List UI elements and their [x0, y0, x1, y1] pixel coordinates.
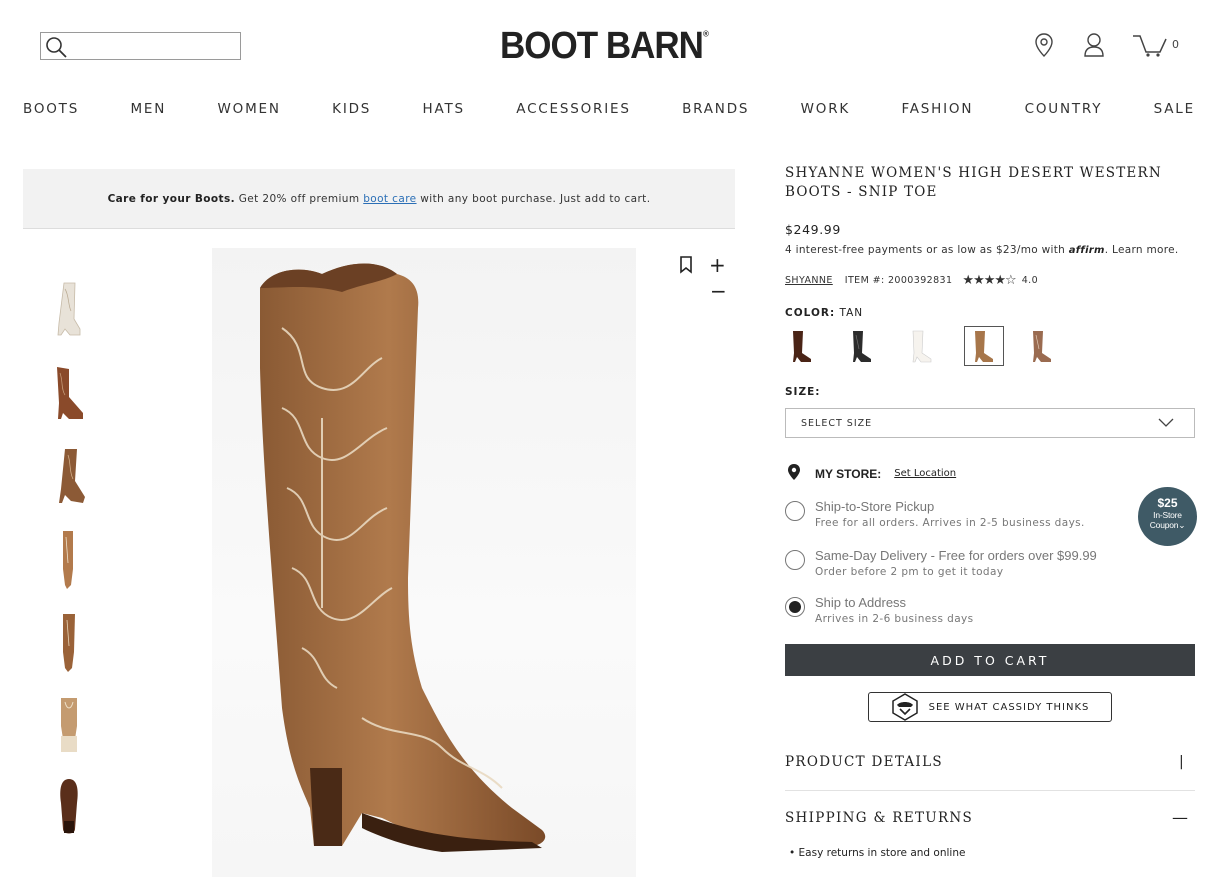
nav-item-hats[interactable]: HATS [423, 101, 465, 117]
ship-option-subtitle: Arrives in 2-6 business days [815, 613, 974, 625]
affirm-logo: affirm [1068, 245, 1105, 256]
promo-text-after: with any boot purchase. Just add to cart… [420, 192, 651, 205]
radio-same-day[interactable] [785, 550, 805, 570]
accordion-divider [785, 790, 1195, 791]
affirm-learn-more[interactable]: . Learn more. [1105, 244, 1179, 256]
boot-care-link[interactable]: boot care [363, 193, 416, 205]
color-value: TAN [839, 307, 864, 319]
nav-item-accessories[interactable]: ACCESSORIES [516, 101, 630, 117]
cassidy-hat-icon [891, 693, 918, 721]
radio-store-pickup[interactable] [785, 501, 805, 521]
logo-registered-mark: ® [702, 28, 709, 39]
location-pin-icon[interactable] [1033, 32, 1055, 62]
store-pin-icon [787, 463, 801, 484]
star-rating-icon[interactable]: ★★★★☆ [962, 273, 1016, 288]
search-icon[interactable] [44, 35, 68, 63]
ship-option-subtitle: Free for all orders. Arrives in 2-5 busi… [815, 517, 1085, 529]
size-select[interactable]: SELECT SIZE [785, 408, 1195, 438]
zoom-in-icon[interactable]: + [709, 255, 726, 275]
color-label-row: COLOR: TAN [785, 307, 863, 319]
promo-bold: Care for your Boots. [107, 192, 235, 205]
product-meta: SHYANNE ITEM #: 2000392831 ★★★★☆ 4.0 [785, 273, 1038, 288]
product-price: $249.99 [785, 222, 841, 237]
swatch-tan[interactable] [964, 326, 1004, 366]
cart-icon[interactable] [1132, 32, 1168, 62]
product-details-heading[interactable]: PRODUCT DETAILS [785, 754, 943, 770]
promo-text-before: Get 20% off premium [238, 192, 360, 205]
swatch-brown[interactable] [785, 327, 823, 365]
affirm-prefix: 4 interest-free payments or as low as $2… [785, 244, 1066, 256]
thumbnail-6[interactable] [47, 696, 91, 758]
collapse-shipping-icon[interactable]: — [1172, 808, 1188, 827]
expand-details-icon[interactable]: | [1179, 754, 1184, 770]
nav-item-country[interactable]: COUNTRY [1025, 101, 1103, 117]
cassidy-label: SEE WHAT CASSIDY THINKS [928, 701, 1090, 713]
affirm-message: 4 interest-free payments or as low as $2… [785, 244, 1179, 256]
coupon-chevron-icon: ⌄ [1178, 520, 1186, 530]
add-to-cart-button[interactable]: ADD TO CART [785, 644, 1195, 676]
coupon-amount: $25 [1157, 496, 1178, 510]
thumbnail-3[interactable] [47, 445, 91, 507]
ship-option-subtitle: Order before 2 pm to get it today [815, 566, 1004, 578]
thumbnail-5[interactable] [47, 612, 91, 674]
thumbnail-1[interactable] [47, 279, 91, 341]
thumbnail-4[interactable] [47, 529, 91, 591]
nav-item-boots[interactable]: BOOTS [23, 101, 79, 117]
account-icon[interactable] [1083, 32, 1105, 62]
nav-item-sale[interactable]: SALE [1154, 101, 1195, 117]
zoom-out-icon[interactable]: − [710, 281, 727, 301]
cassidy-button[interactable]: SEE WHAT CASSIDY THINKS [868, 692, 1112, 722]
logo-text: BOOT BARN [500, 24, 704, 67]
size-select-value: SELECT SIZE [801, 417, 873, 429]
main-nav: BOOTS MEN WOMEN KIDS HATS ACCESSORIES BR… [23, 101, 1195, 117]
set-location-link[interactable]: Set Location [894, 468, 956, 479]
bookmark-icon[interactable] [679, 256, 693, 278]
size-label-row: SIZE: [785, 386, 820, 398]
ship-option-title: Same-Day Delivery - Free for orders over… [815, 548, 1097, 563]
thumbnail-2[interactable] [47, 363, 91, 425]
nav-item-kids[interactable]: KIDS [332, 101, 371, 117]
nav-item-work[interactable]: WORK [801, 101, 850, 117]
my-store-row: MY STORE: Set Location [787, 463, 956, 484]
my-store-label: MY STORE: [815, 466, 882, 481]
nav-item-fashion[interactable]: FASHION [901, 101, 973, 117]
swatch-light-brown[interactable] [1025, 327, 1063, 365]
returns-bullet: • Easy returns in store and online [789, 847, 966, 859]
boot-barn-logo[interactable]: BOOT BARN® [500, 24, 709, 67]
main-product-image[interactable] [212, 248, 636, 877]
swatch-white[interactable] [905, 327, 943, 365]
chevron-down-icon [1158, 417, 1174, 432]
ship-option-title: Ship to Address [815, 595, 907, 610]
color-label: COLOR: [785, 307, 836, 319]
item-number: ITEM #: 2000392831 [844, 275, 953, 286]
coupon-line-2: Coupon [1149, 520, 1179, 530]
brand-link[interactable]: SHYANNE [785, 275, 833, 286]
ship-option-title: Ship-to-Store Pickup [815, 499, 935, 514]
shipping-returns-heading[interactable]: SHIPPING & RETURNS [785, 810, 973, 826]
product-title: SHYANNE WOMEN'S HIGH DESERT WESTERN BOOT… [785, 165, 1162, 200]
rating-value: 4.0 [1021, 275, 1039, 286]
size-label: SIZE: [785, 386, 821, 398]
nav-item-women[interactable]: WOMEN [218, 101, 281, 117]
search-box[interactable] [40, 32, 241, 60]
nav-item-men[interactable]: MEN [130, 101, 166, 117]
thumbnail-7[interactable] [47, 777, 91, 839]
color-swatches [785, 326, 1085, 366]
radio-ship-address[interactable] [785, 597, 805, 617]
swatch-black[interactable] [845, 327, 883, 365]
cart-count: 0 [1172, 38, 1179, 51]
in-store-coupon-badge[interactable]: $25 In-Store Coupon⌄ [1138, 487, 1197, 546]
coupon-line-1: In-Store [1153, 510, 1182, 520]
nav-item-brands[interactable]: BRANDS [682, 101, 749, 117]
promo-banner: Care for your Boots. Get 20% off premium… [23, 169, 735, 229]
search-input[interactable] [71, 36, 236, 56]
